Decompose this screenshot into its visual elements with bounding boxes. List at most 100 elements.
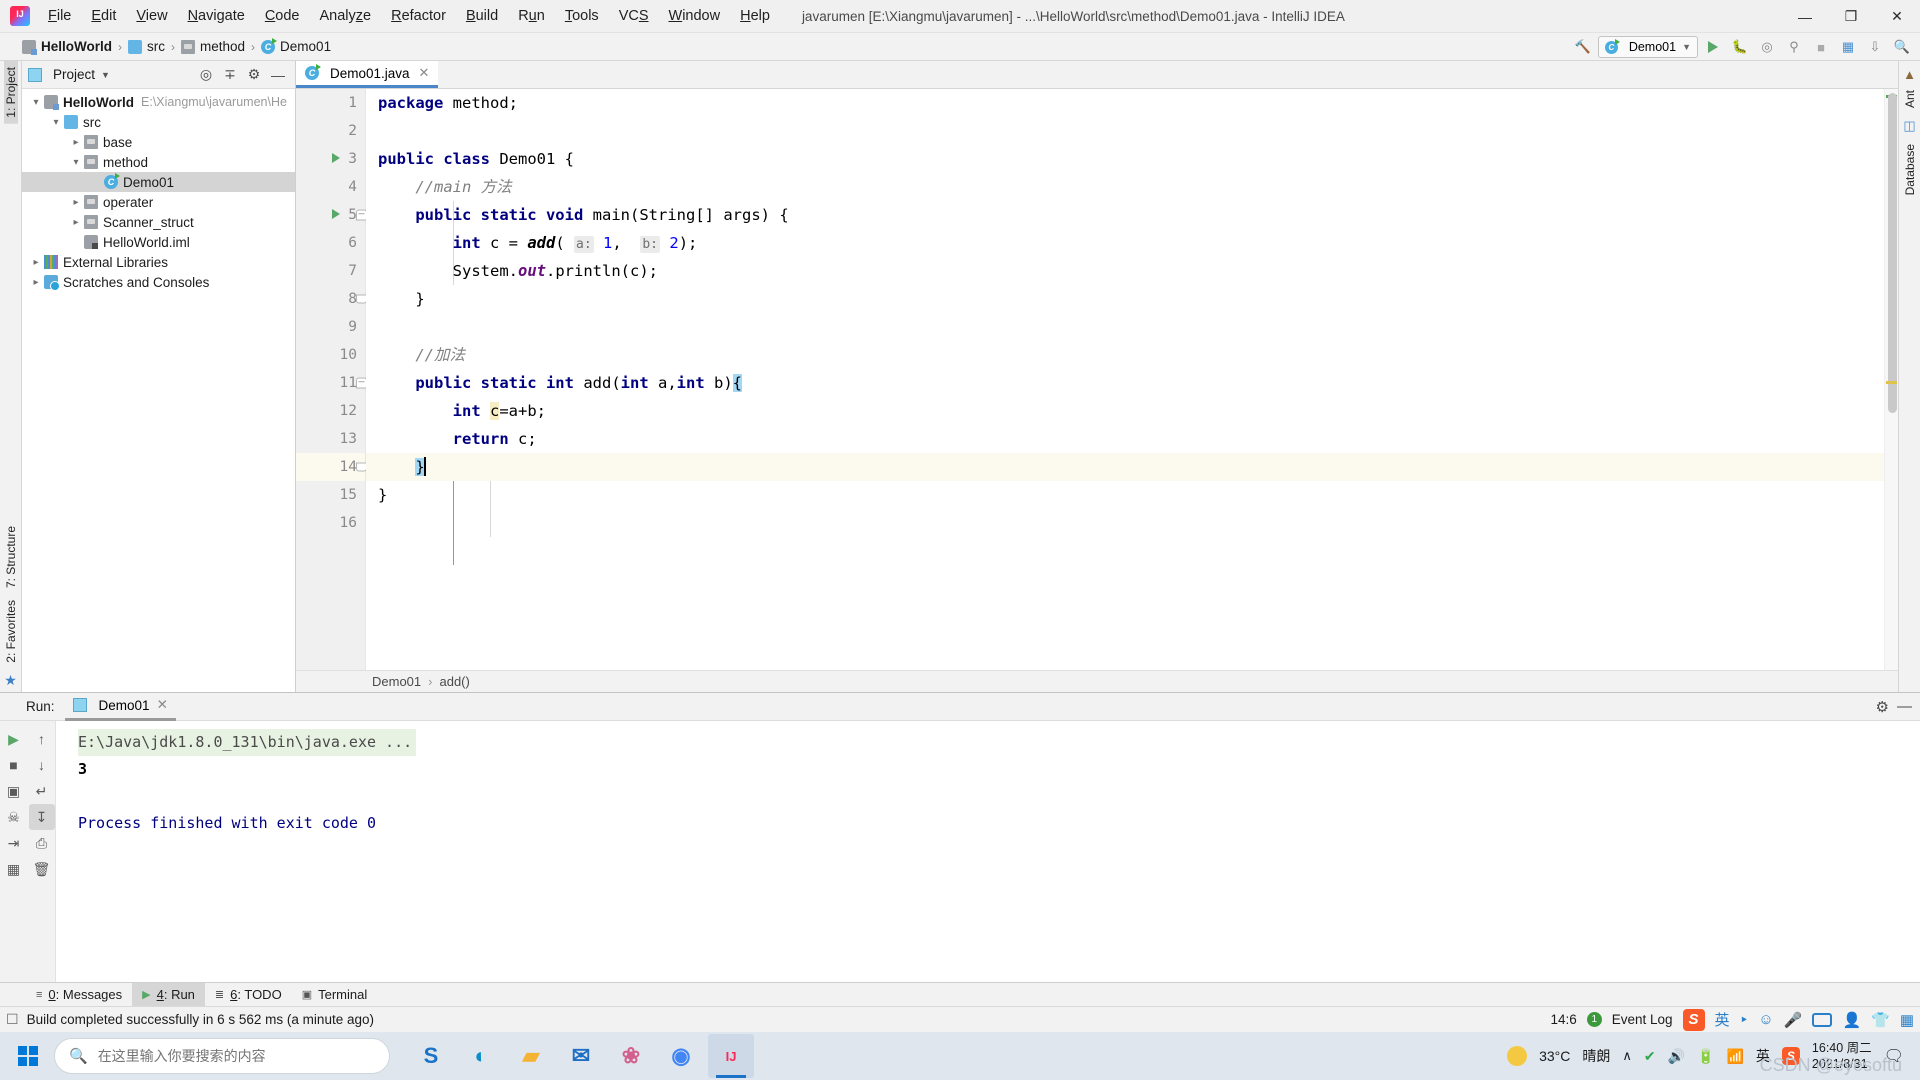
tree-node-external-libraries[interactable]: External Libraries (22, 252, 295, 272)
tree-node-scanner-struct[interactable]: Scanner_struct (22, 212, 295, 232)
chevron-right-icon[interactable] (28, 257, 44, 268)
bottom-breadcrumb-class[interactable]: Demo01 (372, 674, 421, 689)
run-configuration-selector[interactable]: C Demo01 ▼ (1597, 36, 1698, 58)
menu-item-code[interactable]: Code (255, 4, 310, 28)
search-icon[interactable]: 🔍 (1890, 36, 1914, 58)
sidebar-item-project[interactable]: 1: Project (3, 61, 18, 124)
run-gutter-icon[interactable] (332, 151, 340, 167)
tool-window-terminal[interactable]: ▣ Terminal (292, 983, 378, 1007)
menu-item-view[interactable]: View (126, 4, 177, 28)
close-button[interactable]: ✕ (1874, 0, 1920, 33)
run-tab-demo01[interactable]: Demo01 ✕ (64, 693, 176, 721)
console-output[interactable]: E:\Java\jdk1.8.0_131\bin\java.exe ... 3 P… (56, 721, 1920, 982)
tree-node-operater[interactable]: operater (22, 192, 295, 212)
gutter-line-7[interactable]: 7 (296, 257, 365, 285)
locate-icon[interactable]: ◎ (195, 64, 217, 86)
sogou-icon[interactable]: S (1781, 1047, 1800, 1065)
editor-gutter[interactable]: 12345678910111213141516 (296, 89, 367, 670)
stop-icon[interactable]: ■ (1809, 36, 1833, 58)
weather-temp[interactable]: 33°C (1539, 1048, 1570, 1064)
wifi-icon[interactable]: 📶 (1726, 1048, 1743, 1065)
maven-icon[interactable]: ▲ (1903, 65, 1916, 84)
windows-start-icon[interactable] (6, 1036, 50, 1076)
coverage-icon[interactable]: ◎ (1755, 36, 1779, 58)
grid-icon[interactable]: ▦ (1, 856, 27, 882)
layout-icon[interactable]: ▦ (1836, 36, 1860, 58)
breadcrumb-item-src[interactable]: src (128, 39, 165, 54)
chevron-down-icon[interactable] (48, 117, 64, 128)
shield-icon[interactable]: ✔ (1644, 1048, 1656, 1065)
keyboard-icon[interactable] (1812, 1012, 1833, 1027)
bottom-breadcrumb-method[interactable]: add() (439, 674, 469, 689)
gutter-line-16[interactable]: 16 (296, 509, 365, 537)
tree-node-base[interactable]: base (22, 132, 295, 152)
gutter-line-3[interactable]: 3 (296, 145, 365, 173)
close-icon[interactable]: ✕ (157, 697, 168, 713)
menu-item-file[interactable]: File (38, 4, 81, 28)
sidebar-item-ant[interactable]: Ant (1903, 84, 1917, 114)
apps-icon[interactable]: ▦ (1900, 1011, 1914, 1029)
menu-item-window[interactable]: Window (659, 4, 731, 28)
chinese-input-icon[interactable]: 英 (1715, 1009, 1730, 1030)
gutter-line-9[interactable]: 9 (296, 313, 365, 341)
maximize-button[interactable]: ❐ (1828, 0, 1874, 33)
favorites-star-icon[interactable]: ★ (4, 669, 17, 692)
sogou-logo-icon[interactable]: S (1682, 1008, 1705, 1031)
tree-node-scratches-and-consoles[interactable]: Scratches and Consoles (22, 272, 295, 292)
ime-icon[interactable]: 英 (1756, 1046, 1770, 1066)
gutter-line-4[interactable]: 4 (296, 173, 365, 201)
gutter-line-14[interactable]: 14 (296, 453, 367, 481)
print-screen-icon[interactable]: ▣ (1, 778, 27, 804)
mail-app-icon[interactable]: ✉ (558, 1034, 604, 1078)
kill-process-icon[interactable]: ☠ (1, 804, 27, 830)
sidebar-item-structure[interactable]: 7: Structure (4, 520, 18, 594)
gear-icon[interactable]: ⚙ (1876, 698, 1889, 716)
photos-app-icon[interactable]: ❀ (608, 1034, 654, 1078)
menu-item-navigate[interactable]: Navigate (178, 4, 255, 28)
hide-icon[interactable]: — (267, 64, 289, 86)
gutter-line-5[interactable]: 5 (296, 201, 367, 229)
tree-node-demo01[interactable]: C Demo01 (22, 172, 295, 192)
weather-desc[interactable]: 晴朗 (1582, 1046, 1610, 1066)
menu-item-run[interactable]: Run (508, 4, 555, 28)
breadcrumb-item-method[interactable]: method (181, 39, 245, 54)
gutter-line-11[interactable]: 11 (296, 369, 367, 397)
smiley-icon[interactable]: ☺ (1758, 1011, 1773, 1028)
editor-scrollbar-thumb[interactable] (1888, 93, 1897, 413)
tool-window-6-todo[interactable]: ≣ 6: TODO (205, 983, 292, 1007)
breadcrumb-item-helloworld[interactable]: HelloWorld (22, 39, 112, 55)
updates-icon[interactable]: ⇩ (1863, 36, 1887, 58)
battery-icon[interactable]: 🔋 (1697, 1048, 1714, 1065)
chevron-down-icon[interactable]: ▼ (101, 70, 110, 80)
menu-item-edit[interactable]: Edit (81, 4, 126, 28)
search-input[interactable] (97, 1048, 375, 1064)
chevron-right-icon[interactable] (68, 137, 84, 148)
gutter-line-13[interactable]: 13 (296, 425, 365, 453)
mic-icon[interactable]: 🎤 (1784, 1011, 1803, 1029)
trash-icon[interactable]: 🗑 (29, 856, 55, 882)
database-icon[interactable]: ◫ (1903, 114, 1915, 138)
print-icon[interactable]: ⎙ (29, 830, 55, 856)
tree-node-helloworld[interactable]: HelloWorld E:\Xiangmu\javarumen\He (22, 92, 295, 112)
scroll-to-end-icon[interactable]: ↧ (28, 804, 55, 830)
taskbar-search[interactable]: 🔍 (54, 1038, 390, 1074)
caret-position[interactable]: 14:6 (1550, 1012, 1576, 1027)
collapse-all-icon[interactable]: ∓ (219, 64, 241, 86)
gutter-line-1[interactable]: 1 (296, 89, 365, 117)
menu-item-analyze[interactable]: Analyze (310, 4, 382, 28)
chevron-up-icon[interactable]: ∧ (1622, 1048, 1632, 1064)
stop-icon[interactable]: ■ (1, 752, 27, 778)
intellij-app-icon[interactable]: IJ (708, 1034, 754, 1078)
up-arrow-icon[interactable]: ↑ (29, 726, 55, 752)
minimize-button[interactable]: — (1782, 0, 1828, 33)
debug-icon[interactable]: 🐛 (1728, 36, 1752, 58)
run-gutter-icon[interactable] (332, 207, 340, 223)
shirt-icon[interactable]: 👕 (1871, 1011, 1890, 1029)
tool-window-0-messages[interactable]: ≡ 0: Messages (26, 983, 132, 1007)
build-hammer-icon[interactable]: 🔨 (1571, 36, 1595, 58)
hide-icon[interactable]: — (1897, 698, 1912, 715)
menu-item-vcs[interactable]: VCS (609, 4, 659, 28)
menu-item-tools[interactable]: Tools (555, 4, 609, 28)
profile-icon[interactable]: ⚲ (1782, 36, 1806, 58)
chevron-right-icon[interactable] (68, 217, 84, 228)
